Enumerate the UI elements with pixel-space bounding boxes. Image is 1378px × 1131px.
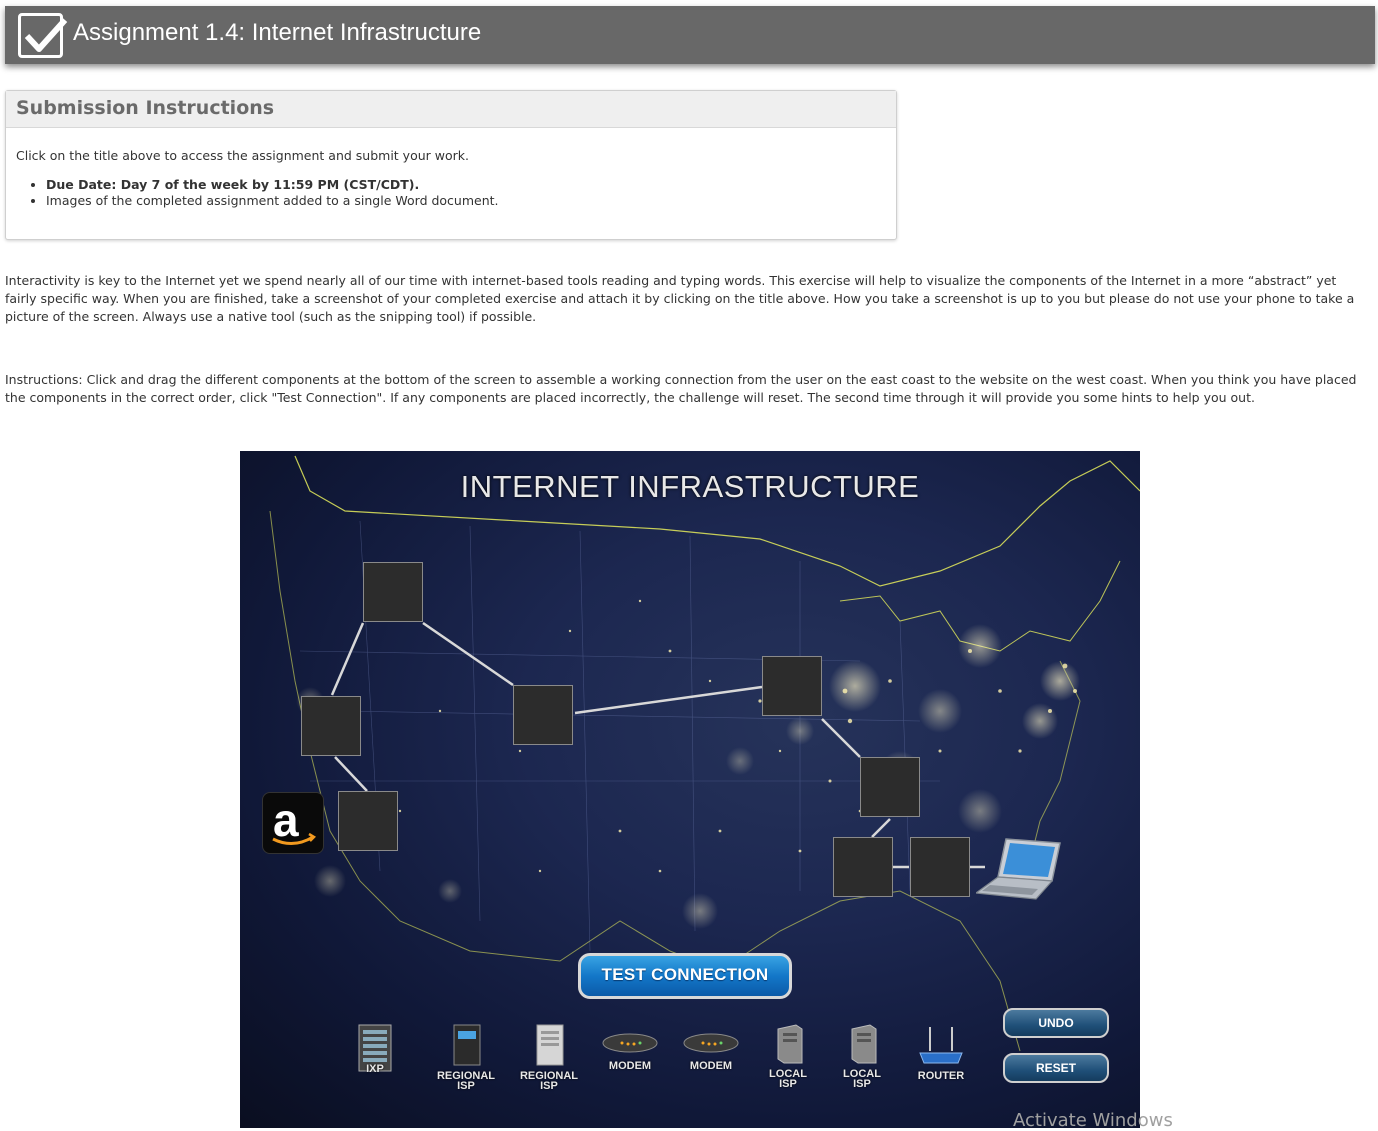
component-label: MODEM <box>689 1060 733 1072</box>
component-modem[interactable]: MODEM <box>676 1023 746 1072</box>
drop-slot[interactable] <box>762 656 822 716</box>
infrastructure-activity: INTERNET INFRASTRUCTURE a TEST CONNECTIO… <box>240 451 1140 1128</box>
component-local-isp[interactable]: LOCAL ISP <box>753 1023 823 1090</box>
intro-paragraph: Interactivity is key to the Internet yet… <box>5 273 1355 324</box>
drop-slot[interactable] <box>513 685 573 745</box>
drop-slot[interactable] <box>338 791 398 851</box>
drop-slot[interactable] <box>301 696 361 756</box>
component-label: MODEM <box>608 1060 652 1072</box>
component-label: ISP <box>457 1080 475 1092</box>
reset-button[interactable]: RESET <box>1003 1053 1109 1083</box>
router-icon <box>919 1027 963 1064</box>
undo-button[interactable]: UNDO <box>1003 1008 1109 1038</box>
component-router[interactable]: ROUTER <box>906 1023 976 1082</box>
due-date-item: Due Date: Day 7 of the week by 11:59 PM … <box>46 177 886 192</box>
component-label: ISP <box>853 1078 871 1090</box>
component-label: IXP <box>366 1063 384 1075</box>
component-regional-isp[interactable]: REGIONAL ISP <box>431 1023 501 1092</box>
server-box-icon <box>851 1024 877 1064</box>
server-tower-icon <box>536 1024 564 1066</box>
instructions-paragraph: Instructions: Click and drag the differe… <box>5 372 1357 405</box>
page-title[interactable]: Assignment 1.4: Internet Infrastructure <box>73 19 481 47</box>
component-modem[interactable]: MODEM <box>595 1023 665 1072</box>
submission-heading: Submission Instructions <box>6 91 896 128</box>
component-local-isp[interactable]: LOCAL ISP <box>827 1023 897 1090</box>
server-tower-icon <box>453 1024 481 1066</box>
submission-instructions-box: Submission Instructions Click on the tit… <box>5 90 897 240</box>
submission-list: Due Date: Day 7 of the week by 11:59 PM … <box>16 177 886 208</box>
modem-icon <box>683 1033 739 1053</box>
component-label: ROUTER <box>917 1070 965 1082</box>
laptop-icon <box>974 835 1062 909</box>
amazon-logo-icon: a <box>262 792 324 854</box>
checkbox-icon <box>18 13 68 58</box>
page-header: Assignment 1.4: Internet Infrastructure <box>5 6 1375 64</box>
drop-slot[interactable] <box>910 837 970 897</box>
test-connection-button[interactable]: TEST CONNECTION <box>578 953 792 999</box>
modem-icon <box>602 1033 658 1053</box>
component-regional-isp[interactable]: REGIONAL ISP <box>514 1023 584 1092</box>
drop-slot[interactable] <box>860 757 920 817</box>
drop-slot[interactable] <box>363 562 423 622</box>
server-box-icon <box>777 1024 803 1064</box>
component-label: ISP <box>779 1078 797 1090</box>
images-item: Images of the completed assignment added… <box>46 193 886 208</box>
component-ixp[interactable]: IXP <box>340 1023 410 1075</box>
component-label: ISP <box>540 1080 558 1092</box>
activity-title: INTERNET INFRASTRUCTURE <box>460 469 920 504</box>
connection-lines <box>330 621 985 869</box>
drop-slot[interactable] <box>833 837 893 897</box>
submission-intro: Click on the title above to access the a… <box>16 148 469 163</box>
